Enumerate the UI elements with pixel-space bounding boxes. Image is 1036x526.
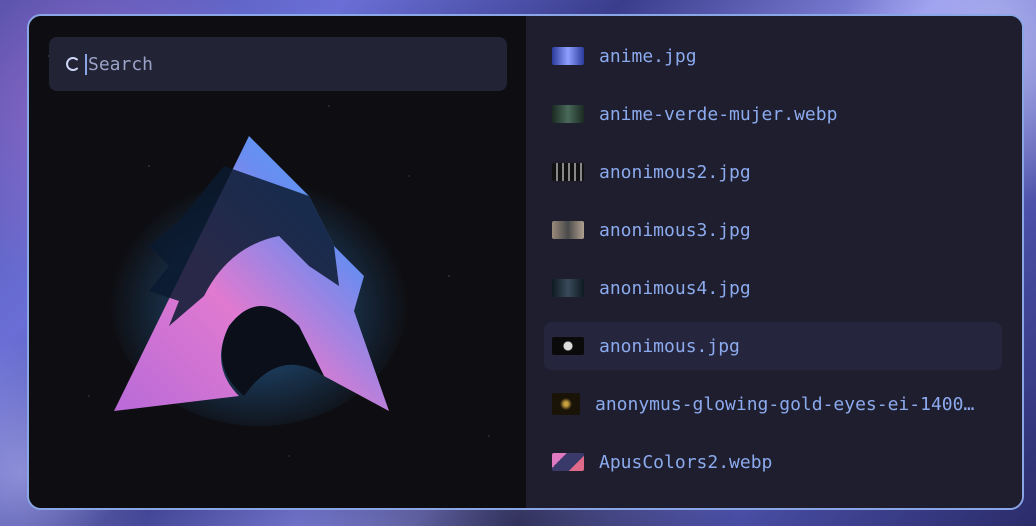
file-thumbnail (552, 337, 584, 355)
file-name: ApusColors2.webp (599, 451, 773, 473)
list-item[interactable]: anime.jpg (544, 32, 1002, 80)
list-item[interactable]: anonimous4.jpg (544, 264, 1002, 312)
list-item[interactable]: anonimous2.jpg (544, 148, 1002, 196)
file-thumbnail (552, 221, 584, 239)
search-input[interactable] (85, 53, 468, 75)
preview-pane (29, 16, 526, 508)
file-name: anonimous3.jpg (599, 219, 751, 241)
file-thumbnail (552, 279, 584, 297)
wallpaper-picker-window: anime.jpg anime-verde-mujer.webp anonimo… (27, 14, 1024, 510)
file-name: anonimous2.jpg (599, 161, 751, 183)
file-thumbnail (552, 105, 584, 123)
file-thumbnail (552, 453, 584, 471)
list-item[interactable]: anonymus-glowing-gold-eyes-ei-1400… (544, 380, 1002, 428)
list-item[interactable]: anime-verde-mujer.webp (544, 90, 1002, 138)
file-name: anonimous.jpg (599, 335, 740, 357)
wallpaper-preview-image (109, 136, 409, 426)
list-item[interactable]: anonimous3.jpg (544, 206, 1002, 254)
file-name: anonymus-glowing-gold-eyes-ei-1400… (595, 393, 975, 415)
search-box[interactable] (49, 37, 507, 91)
list-item-selected[interactable]: anonimous.jpg (544, 322, 1002, 370)
file-name: anime-verde-mujer.webp (599, 103, 838, 125)
file-thumbnail (552, 393, 580, 415)
file-name: anonimous4.jpg (599, 277, 751, 299)
list-item[interactable]: ApusColors2.webp (544, 438, 1002, 486)
search-icon (63, 54, 83, 74)
file-thumbnail (552, 47, 584, 65)
file-thumbnail (552, 163, 584, 181)
file-name: anime.jpg (599, 45, 697, 67)
file-list: anime.jpg anime-verde-mujer.webp anonimo… (526, 16, 1022, 508)
